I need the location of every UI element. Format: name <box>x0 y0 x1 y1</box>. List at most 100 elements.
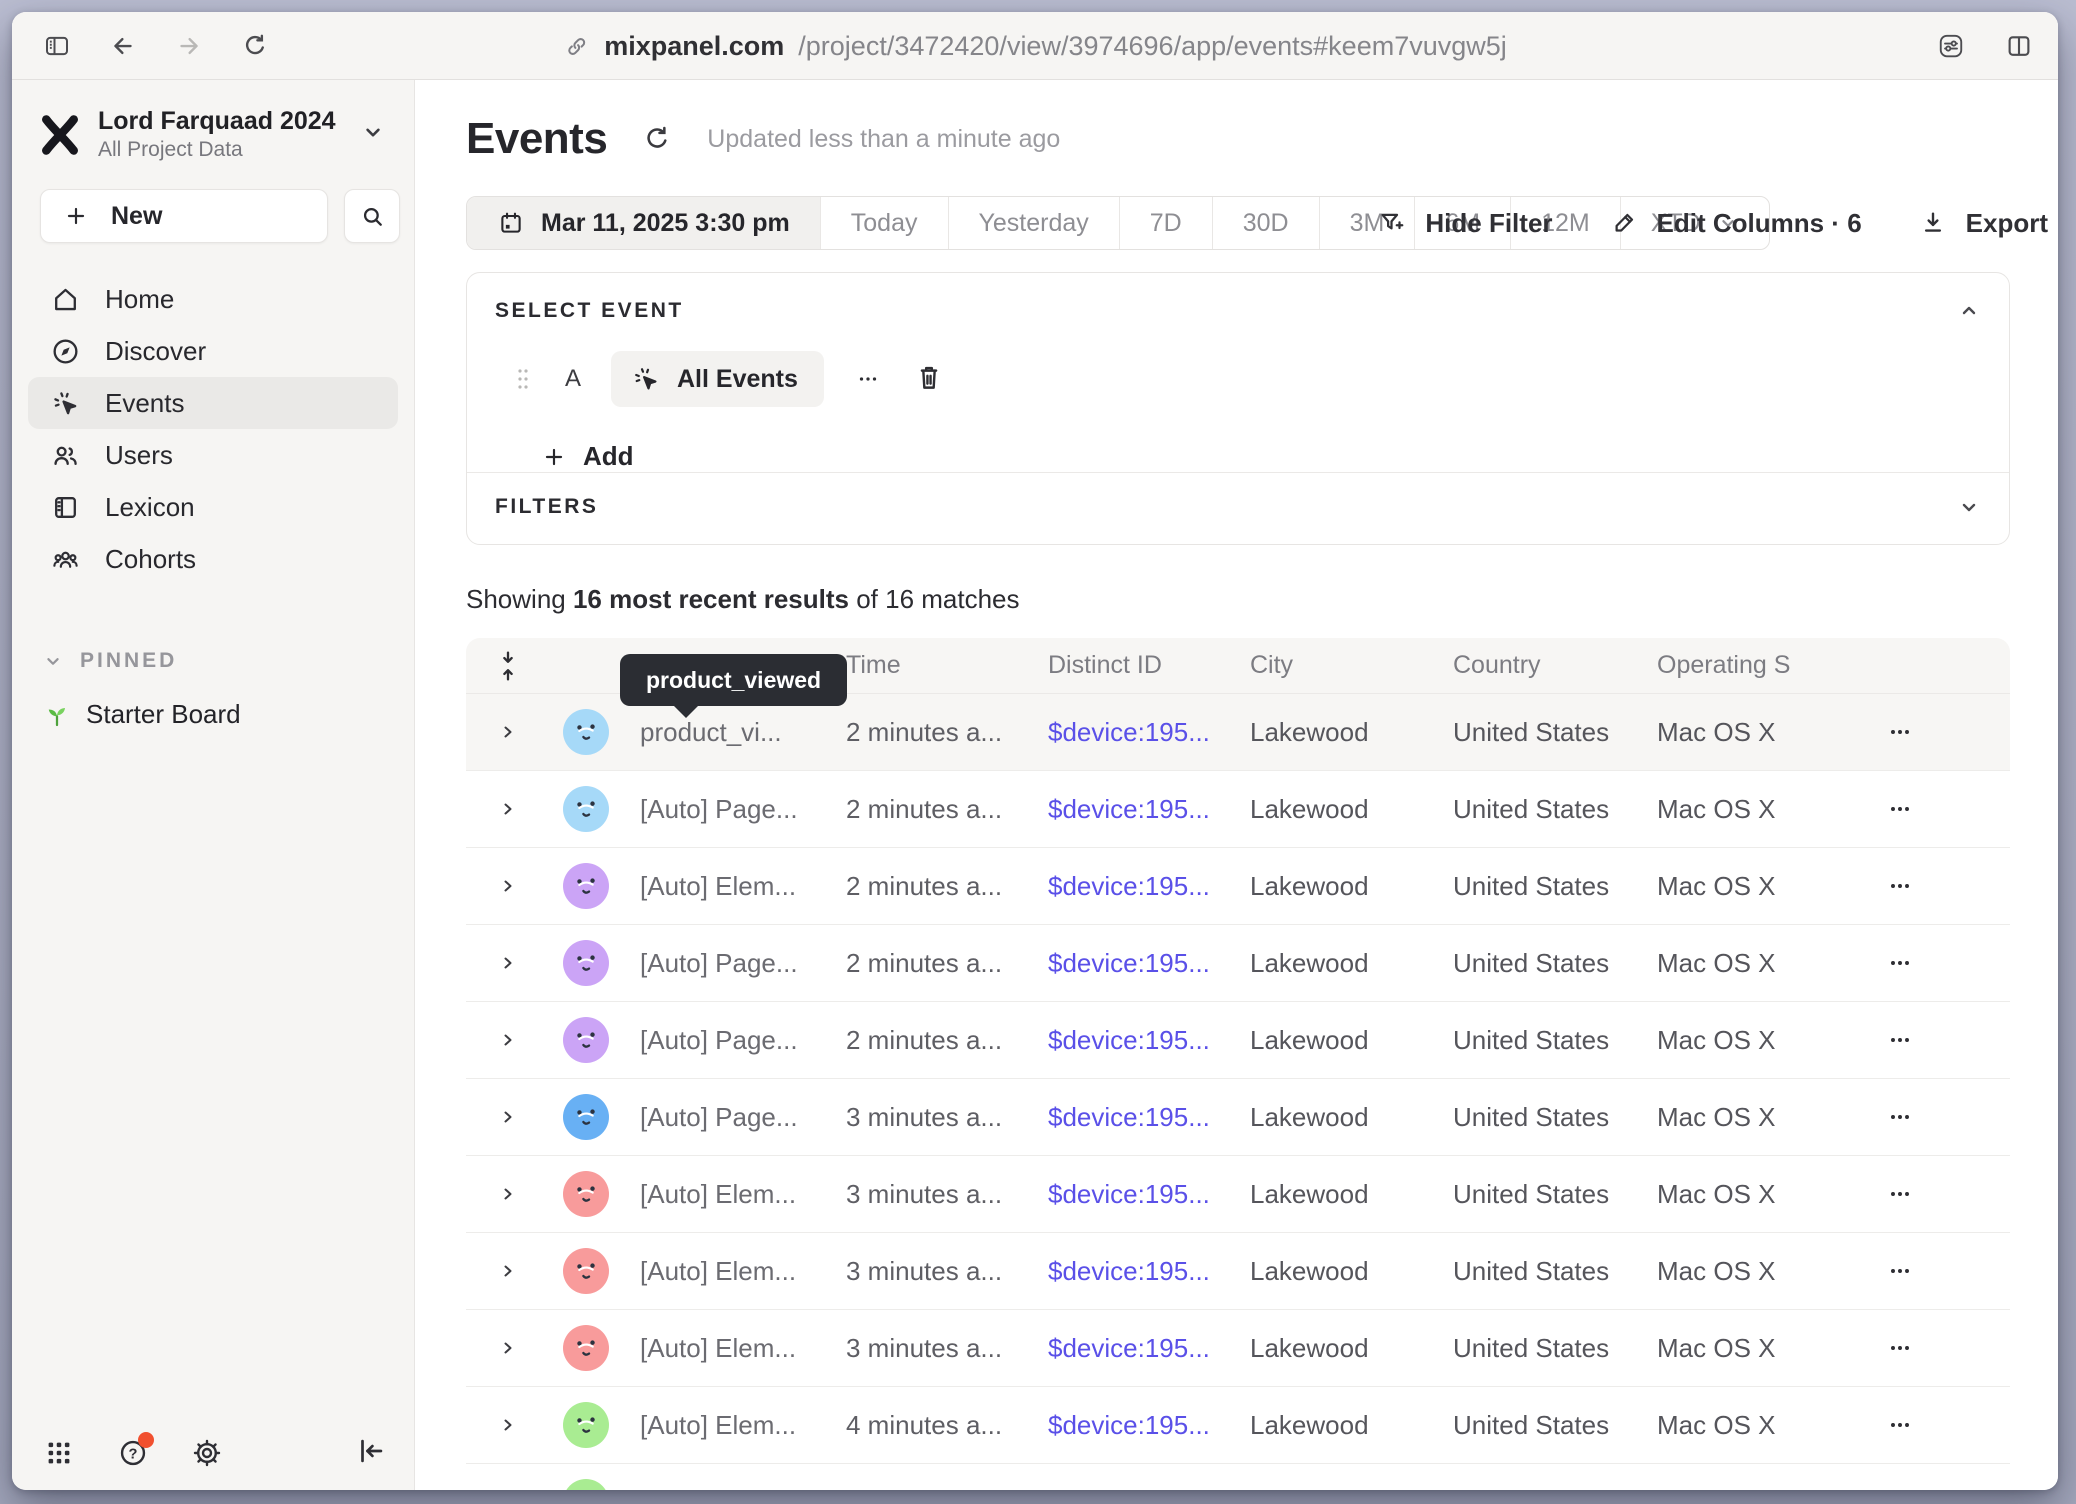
avatar-face-icon <box>563 863 609 909</box>
event-city: Lakewood <box>1232 1102 1435 1133</box>
row-more-button[interactable] <box>1880 1328 1920 1368</box>
row-expand-chevron[interactable] <box>496 951 520 975</box>
row-expand-chevron[interactable] <box>496 1105 520 1129</box>
column-header-distinct-id[interactable]: Distinct ID <box>1030 651 1232 680</box>
chevron-down-icon[interactable] <box>1957 495 1981 519</box>
collapse-all-button[interactable] <box>493 649 523 683</box>
date-preset-7d[interactable]: 7D <box>1120 197 1213 249</box>
edit-columns-button[interactable]: Edit Columns · 6 <box>1609 208 1862 239</box>
sidebar-toggle-button[interactable] <box>42 31 72 61</box>
pinned-board-label: Starter Board <box>86 699 241 730</box>
row-more-button[interactable] <box>1880 1020 1920 1060</box>
row-more-button[interactable] <box>1880 1097 1920 1137</box>
refresh-button[interactable] <box>641 123 673 155</box>
column-header-country[interactable]: Country <box>1435 651 1639 680</box>
search-button[interactable] <box>344 189 400 243</box>
row-more-button[interactable] <box>1880 712 1920 752</box>
table-row[interactable] <box>466 1464 2010 1490</box>
distinct-id-link[interactable]: $device:195... <box>1048 794 1210 824</box>
table-row[interactable]: [Auto] Page... 2 minutes a... $device:19… <box>466 925 2010 1002</box>
row-more-button[interactable] <box>1880 1251 1920 1291</box>
column-header-city[interactable]: City <box>1232 651 1435 680</box>
distinct-id-link[interactable]: $device:195... <box>1048 871 1210 901</box>
table-row[interactable]: [Auto] Elem... 3 minutes a... $device:19… <box>466 1310 2010 1387</box>
address-bar[interactable]: mixpanel.com/project/3472420/view/397469… <box>563 12 1507 80</box>
table-row[interactable]: [Auto] Page... 2 minutes a... $device:19… <box>466 771 2010 848</box>
split-view-button[interactable] <box>2004 31 2034 61</box>
distinct-id-link[interactable]: $device:195... <box>1048 1025 1210 1055</box>
row-more-button[interactable] <box>1880 943 1920 983</box>
table-body: product_vi... 2 minutes a... $device:195… <box>466 694 2010 1490</box>
chevron-up-icon[interactable] <box>1957 299 1981 323</box>
sidebar-item-cohorts[interactable]: Cohorts <box>28 533 398 585</box>
distinct-id-link[interactable]: $device:195... <box>1048 1410 1210 1440</box>
delete-event-button[interactable] <box>912 361 948 397</box>
event-country: United States <box>1435 1410 1639 1441</box>
collapse-sidebar-button[interactable] <box>354 1434 390 1470</box>
svg-text:?: ? <box>129 1446 138 1462</box>
row-expand-chevron[interactable] <box>496 1259 520 1283</box>
users-icon <box>50 440 81 471</box>
row-expand-chevron[interactable] <box>496 797 520 821</box>
distinct-id-link[interactable]: $device:195... <box>1048 1333 1210 1363</box>
drag-handle[interactable] <box>511 364 535 394</box>
date-picker-button[interactable]: Mar 11, 2025 3:30 pm <box>467 197 821 249</box>
event-more-button[interactable] <box>850 361 886 397</box>
row-expand-chevron[interactable] <box>496 720 520 744</box>
project-switcher[interactable]: Lord Farquaad 2024 All Project Data <box>12 80 414 163</box>
event-os: Mac OS X <box>1639 1025 1869 1056</box>
event-os: Mac OS X <box>1639 948 1869 979</box>
table-row[interactable]: [Auto] Elem... 3 minutes a... $device:19… <box>466 1233 2010 1310</box>
trash-icon <box>912 361 946 395</box>
distinct-id-link[interactable]: $device:195... <box>1048 717 1210 747</box>
row-more-button[interactable] <box>1880 1405 1920 1445</box>
page-settings-button[interactable] <box>1936 31 1966 61</box>
distinct-id-link[interactable]: $device:195... <box>1048 1256 1210 1286</box>
back-button[interactable] <box>108 31 138 61</box>
table-row[interactable]: [Auto] Elem... 3 minutes a... $device:19… <box>466 1156 2010 1233</box>
add-event-button[interactable]: Add <box>541 441 661 472</box>
reload-button[interactable] <box>240 31 270 61</box>
sidebar-item-discover[interactable]: Discover <box>28 325 398 377</box>
sidebar-item-home[interactable]: Home <box>28 273 398 325</box>
row-expand-chevron[interactable] <box>496 1413 520 1437</box>
sidebar: Lord Farquaad 2024 All Project Data New … <box>12 80 415 1490</box>
event-selector-button[interactable]: All Events <box>611 351 824 407</box>
distinct-id-link[interactable]: $device:195... <box>1048 948 1210 978</box>
sidebar-item-events[interactable]: Events <box>28 377 398 429</box>
forward-button[interactable] <box>174 31 204 61</box>
column-header-time[interactable]: Time <box>828 651 1030 680</box>
settings-button[interactable] <box>190 1436 224 1470</box>
avatar-face-icon <box>563 786 609 832</box>
date-preset-30d[interactable]: 30D <box>1213 197 1320 249</box>
export-button[interactable]: Export <box>1918 208 2048 239</box>
new-button[interactable]: New <box>40 189 328 243</box>
pinned-section-header[interactable]: PINNED <box>12 649 414 673</box>
calendar-icon <box>497 209 525 237</box>
row-expand-chevron[interactable] <box>496 1336 520 1360</box>
row-more-button[interactable] <box>1880 866 1920 906</box>
date-preset-today[interactable]: Today <box>821 197 949 249</box>
table-row[interactable]: [Auto] Elem... 2 minutes a... $device:19… <box>466 848 2010 925</box>
event-avatar <box>563 940 609 986</box>
date-preset-yesterday[interactable]: Yesterday <box>949 197 1120 249</box>
sidebar-item-users[interactable]: Users <box>28 429 398 481</box>
column-header-os[interactable]: Operating S <box>1639 651 1869 680</box>
sidebar-item-lexicon[interactable]: Lexicon <box>28 481 398 533</box>
row-expand-chevron[interactable] <box>496 1182 520 1206</box>
row-more-button[interactable] <box>1880 1174 1920 1214</box>
table-row[interactable]: [Auto] Page... 2 minutes a... $device:19… <box>466 1002 2010 1079</box>
event-name: [Auto] Page... <box>622 1025 828 1056</box>
sidebar-item-starter-board[interactable]: Starter Board <box>12 699 414 730</box>
table-row[interactable]: [Auto] Elem... 4 minutes a... $device:19… <box>466 1387 2010 1464</box>
row-expand-chevron[interactable] <box>496 1028 520 1052</box>
more-dots-icon <box>1886 1180 1914 1208</box>
row-more-button[interactable] <box>1880 789 1920 829</box>
hide-filter-button[interactable]: Hide Filter <box>1377 208 1552 239</box>
row-expand-chevron[interactable] <box>496 874 520 898</box>
table-row[interactable]: [Auto] Page... 3 minutes a... $device:19… <box>466 1079 2010 1156</box>
distinct-id-link[interactable]: $device:195... <box>1048 1179 1210 1209</box>
help-button[interactable]: ? <box>116 1436 150 1470</box>
apps-grid-button[interactable] <box>42 1436 76 1470</box>
distinct-id-link[interactable]: $device:195... <box>1048 1102 1210 1132</box>
